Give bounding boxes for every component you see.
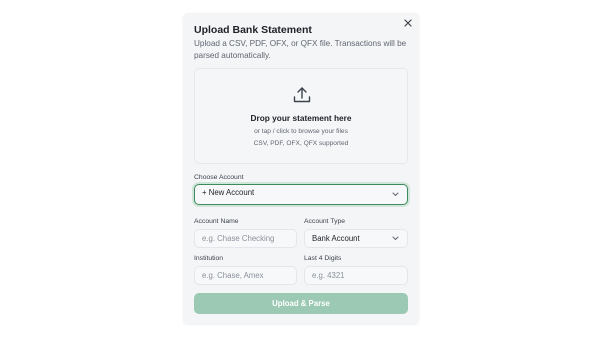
chevron-down-icon (392, 192, 399, 196)
institution-label: Institution (194, 255, 224, 262)
account-type-label: Account Type (304, 218, 346, 225)
dropzone-formats: CSV, PDF, OFX, QFX supported (253, 140, 349, 147)
upload-icon (293, 87, 311, 103)
account-select-value: + New Account (202, 188, 255, 197)
file-dropzone[interactable]: Drop your statement here or tap / click … (194, 68, 408, 164)
close-icon (404, 19, 412, 27)
upload-statement-modal: Upload Bank Statement Upload a CSV, PDF,… (183, 13, 419, 325)
chevron-down-icon (392, 236, 399, 240)
account-name-input[interactable]: e.g. Chase Checking (194, 229, 297, 248)
choose-account-label: Choose Account (194, 174, 244, 181)
account-select[interactable]: + New Account (194, 184, 408, 205)
modal-title: Upload Bank Statement (194, 24, 312, 36)
institution-input[interactable]: e.g. Chase, Amex (194, 266, 297, 285)
dropzone-title: Drop your statement here (250, 113, 352, 123)
dropzone-hint: or tap / click to browse your files (254, 128, 348, 135)
account-type-select[interactable]: Bank Account (304, 229, 408, 248)
last4-label: Last 4 Digits (304, 255, 342, 262)
upload-parse-button[interactable]: Upload & Parse (194, 293, 408, 314)
last4-placeholder: e.g. 4321 (312, 271, 345, 280)
institution-placeholder: e.g. Chase, Amex (202, 271, 264, 280)
account-name-placeholder: e.g. Chase Checking (202, 234, 275, 243)
account-type-value: Bank Account (312, 234, 360, 243)
close-button[interactable] (402, 17, 414, 29)
modal-subtitle: Upload a CSV, PDF, OFX, or QFX file. Tra… (194, 39, 407, 60)
last4-input[interactable]: e.g. 4321 (304, 266, 408, 285)
account-name-label: Account Name (194, 218, 239, 225)
